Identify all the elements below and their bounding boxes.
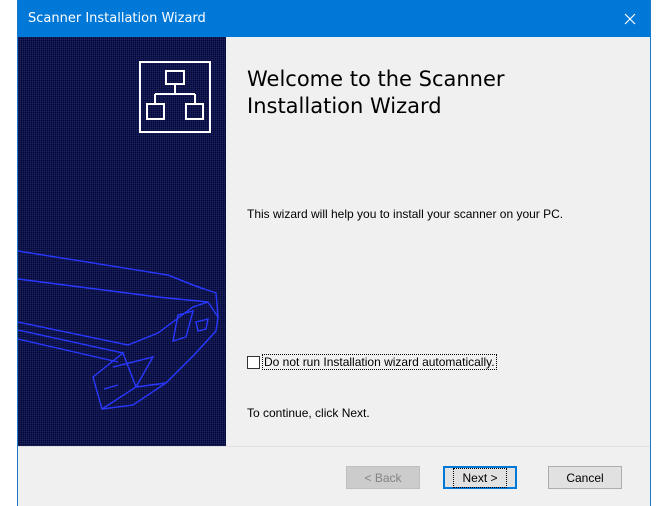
close-icon — [624, 13, 636, 24]
auto-run-checkbox-label[interactable]: Do not run Installation wizard automatic… — [262, 354, 497, 370]
next-button-label: Next > — [453, 467, 507, 488]
button-bar: < Back Next > Cancel — [18, 446, 650, 506]
auto-run-checkbox[interactable] — [247, 355, 260, 369]
wizard-content: Welcome to the Scanner Installation Wiza… — [226, 37, 650, 446]
close-button[interactable] — [610, 0, 650, 37]
page-title: Welcome to the Scanner Installation Wiza… — [247, 66, 607, 120]
next-button[interactable]: Next > — [443, 466, 517, 489]
continue-instruction: To continue, click Next. — [247, 406, 370, 420]
wizard-description: This wizard will help you to install you… — [247, 207, 564, 221]
back-button-label: < Back — [364, 470, 402, 485]
wizard-window: Scanner Installation Wizard Welcome to t… — [17, 0, 651, 506]
page-title-line-1: Welcome to the Scanner — [247, 67, 505, 91]
cancel-button[interactable]: Cancel — [548, 466, 622, 489]
network-icon — [139, 61, 211, 133]
wizard-side-banner — [18, 37, 226, 446]
auto-run-checkbox-row[interactable]: Do not run Installation wizard automatic… — [247, 354, 497, 370]
cancel-button-label: Cancel — [566, 470, 604, 485]
window-title: Scanner Installation Wizard — [28, 11, 206, 26]
scanner-illustration — [18, 250, 219, 410]
page-title-line-2: Installation Wizard — [247, 94, 442, 118]
back-button[interactable]: < Back — [346, 466, 420, 489]
title-bar[interactable]: Scanner Installation Wizard — [18, 0, 650, 37]
